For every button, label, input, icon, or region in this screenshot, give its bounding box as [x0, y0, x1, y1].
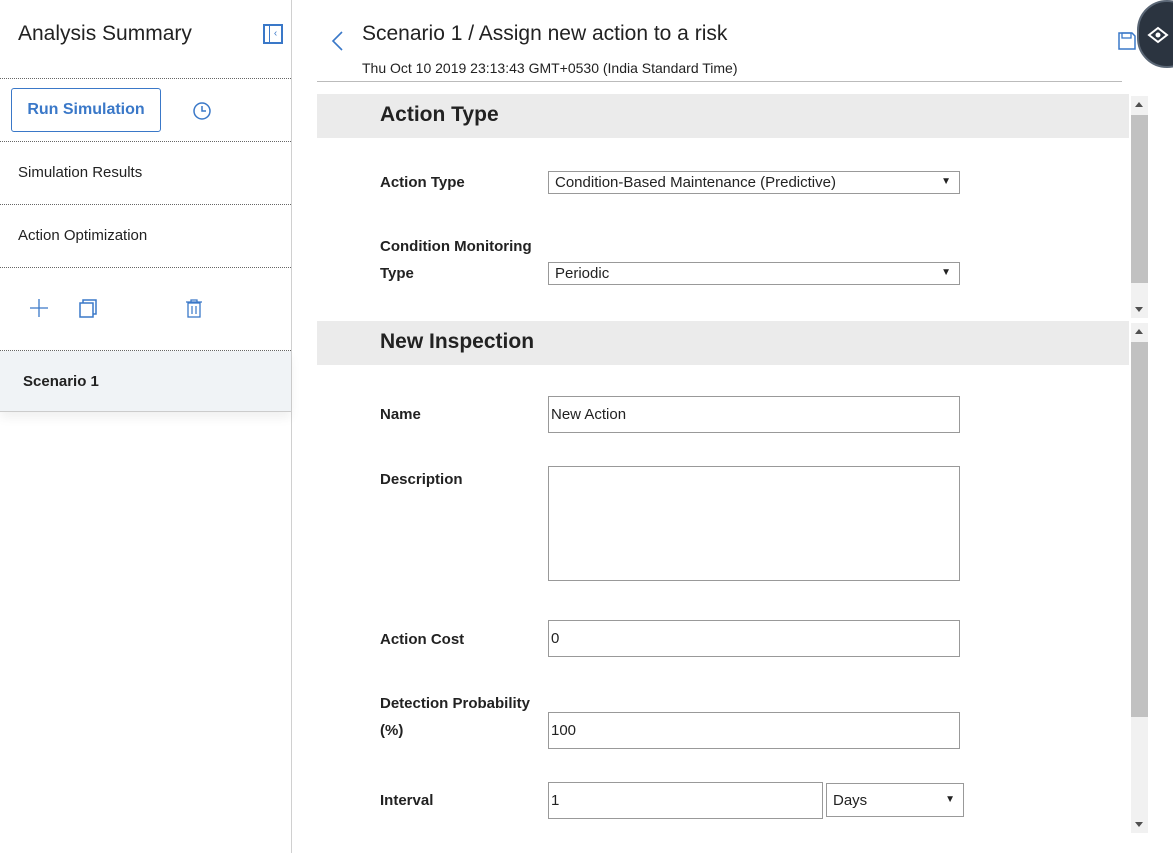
action-type-select[interactable]: Condition-Based Maintenance (Predictive)… — [548, 171, 960, 194]
scrollbar-thumb[interactable] — [1131, 342, 1148, 717]
action-cost-value: 0 — [551, 630, 560, 647]
description-textarea[interactable] — [548, 466, 960, 581]
sidebar-title: Analysis Summary — [18, 22, 192, 45]
section-header-new-inspection: New Inspection — [317, 321, 1129, 365]
run-simulation-button[interactable]: Run Simulation — [11, 88, 161, 132]
detection-probability-value: 100 — [551, 722, 577, 739]
section-heading: New Inspection — [380, 330, 535, 353]
interval-field[interactable]: 1 — [548, 782, 823, 819]
scrollbar-thumb[interactable] — [1131, 115, 1148, 283]
page-timestamp: Thu Oct 10 2019 23:13:43 GMT+0530 (India… — [362, 60, 738, 76]
scrollbar-top-pane[interactable] — [1131, 96, 1148, 318]
action-type-label: Action Type — [380, 174, 465, 191]
condition-monitoring-type-label-2: Type — [380, 265, 414, 282]
run-section: Run Simulation — [0, 79, 291, 142]
plus-icon[interactable] — [28, 297, 50, 319]
eye-icon — [1147, 26, 1169, 44]
sidebar-item-label: Action Optimization — [18, 227, 148, 244]
chevron-left-icon[interactable] — [330, 30, 346, 52]
collapse-sidebar-icon[interactable]: ‹ — [263, 24, 283, 44]
scroll-up-icon[interactable] — [1135, 102, 1143, 107]
interval-unit-value: Days — [833, 792, 868, 809]
sidebar-item-label: Simulation Results — [18, 164, 143, 181]
scenario-label: Scenario 1 — [23, 373, 99, 390]
copy-icon[interactable] — [77, 297, 99, 319]
clock-icon[interactable] — [192, 101, 212, 121]
name-field[interactable]: New Action — [548, 396, 960, 433]
section-heading: Action Type — [380, 103, 499, 126]
scenario-list-item[interactable]: Scenario 1 — [0, 351, 291, 412]
sidebar-item-simulation-results[interactable]: Simulation Results — [0, 142, 291, 205]
interval-unit-select[interactable]: Days ▼ — [826, 783, 964, 817]
condition-monitoring-type-value: Periodic — [555, 265, 610, 282]
trash-icon[interactable] — [183, 297, 205, 319]
save-icon[interactable] — [1117, 31, 1137, 51]
interval-value: 1 — [551, 792, 560, 809]
page-title: Scenario 1 / Assign new action to a risk — [362, 22, 728, 45]
action-cost-field[interactable]: 0 — [548, 620, 960, 657]
sidebar: Analysis Summary ‹ Run Simulation Simula… — [0, 0, 292, 853]
scrollbar-bottom-pane[interactable] — [1131, 323, 1148, 833]
section-header-action-type: Action Type — [317, 94, 1129, 138]
name-label: Name — [380, 406, 421, 423]
action-type-value: Condition-Based Maintenance (Predictive) — [555, 174, 836, 191]
scenario-toolbar — [0, 268, 291, 351]
dropdown-arrow-icon: ▼ — [941, 267, 951, 278]
scroll-up-icon[interactable] — [1135, 329, 1143, 334]
detection-probability-label: Detection Probability — [380, 695, 531, 712]
dropdown-arrow-icon: ▼ — [941, 176, 951, 187]
condition-monitoring-type-label: Condition Monitoring — [380, 238, 532, 255]
interval-label: Interval — [380, 792, 434, 809]
detection-probability-field[interactable]: 100 — [548, 712, 960, 749]
sidebar-header: Analysis Summary ‹ — [0, 0, 291, 79]
condition-monitoring-type-select[interactable]: Periodic ▼ — [548, 262, 960, 285]
sidebar-item-action-optimization[interactable]: Action Optimization — [0, 205, 291, 268]
dropdown-arrow-icon: ▼ — [945, 794, 955, 805]
scroll-down-icon[interactable] — [1135, 822, 1143, 827]
floating-action-button[interactable] — [1137, 0, 1173, 68]
action-cost-label: Action Cost — [380, 631, 465, 648]
scroll-down-icon[interactable] — [1135, 307, 1143, 312]
detection-probability-label-2: (%) — [380, 722, 404, 739]
name-value: New Action — [551, 406, 627, 423]
header-divider — [317, 81, 1122, 82]
description-label: Description — [380, 471, 463, 488]
